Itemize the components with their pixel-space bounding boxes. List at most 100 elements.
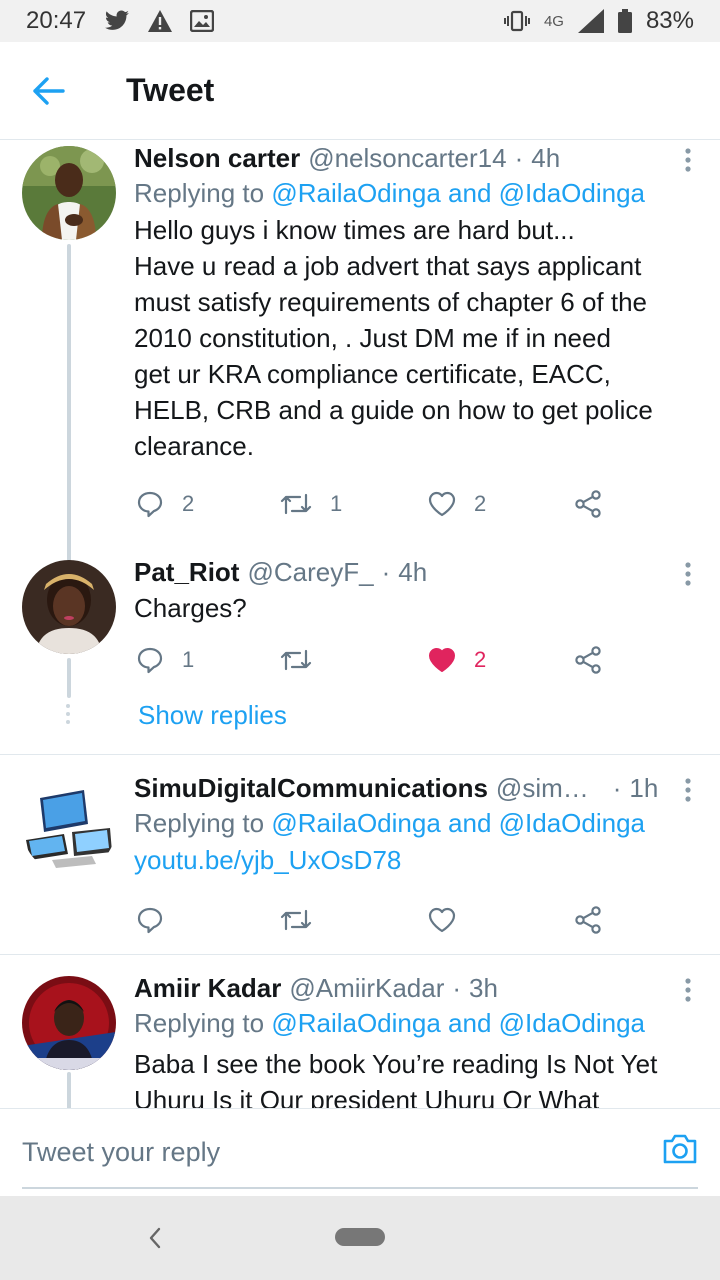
like-count: 2 xyxy=(474,647,487,672)
share-button[interactable] xyxy=(574,906,602,934)
heart-filled-icon xyxy=(429,648,455,672)
more-options-button[interactable] xyxy=(668,772,708,808)
replying-to-users[interactable]: @RailaOdinga and @IdaOdinga xyxy=(271,1008,645,1038)
tweet-header: Pat_Riot @CareyF_ · 4h xyxy=(134,556,696,588)
tweet-time: 3h xyxy=(469,973,498,1003)
tweet-link[interactable]: youtu.be/yjb_UxOsD78 xyxy=(134,842,696,878)
more-vertical-icon xyxy=(685,778,691,802)
replying-to-users[interactable]: @RailaOdinga and @IdaOdinga xyxy=(271,178,645,208)
heart-icon xyxy=(428,491,456,517)
heart-icon xyxy=(428,907,456,933)
chevron-left-icon xyxy=(149,1227,161,1249)
display-name[interactable]: Nelson carter xyxy=(134,142,300,174)
page-title: Tweet xyxy=(126,72,215,108)
twitter-icon xyxy=(104,10,130,32)
camera-icon xyxy=(663,1134,697,1164)
separator-dot: · xyxy=(514,143,524,173)
tweet-time: 4h xyxy=(531,143,561,173)
thread-dots xyxy=(66,704,72,728)
user-handle[interactable]: @CareyF_ xyxy=(247,556,373,588)
avatar[interactable] xyxy=(22,146,116,240)
nav-back-button[interactable] xyxy=(140,1218,170,1258)
tweet-actions: 2 1 2 xyxy=(134,484,614,524)
back-button[interactable] xyxy=(0,42,98,140)
battery-icon xyxy=(617,9,632,33)
tweet-header: Nelson carter @nelsoncarter14 · 4h xyxy=(134,142,696,174)
retweet-icon xyxy=(280,909,312,931)
more-vertical-icon xyxy=(685,562,691,586)
reply-button[interactable]: 2 xyxy=(136,490,194,518)
status-time: 20:47 xyxy=(26,7,87,34)
more-options-button[interactable] xyxy=(668,556,708,592)
replying-prefix: Replying to xyxy=(134,808,272,838)
share-icon xyxy=(575,646,601,674)
reply-button[interactable] xyxy=(136,906,182,934)
reply-icon xyxy=(137,907,163,934)
like-count: 2 xyxy=(474,491,487,516)
replying-to: Replying to @RailaOdinga and @IdaOdinga xyxy=(134,174,696,212)
reply-count: 1 xyxy=(182,647,195,672)
reply-button[interactable]: 1 xyxy=(136,646,194,674)
share-button[interactable] xyxy=(574,646,602,674)
network-type: 4G xyxy=(543,12,564,30)
retweet-icon xyxy=(280,649,312,671)
like-button[interactable]: 2 xyxy=(428,491,486,517)
avatar[interactable] xyxy=(22,780,116,874)
user-handle[interactable]: @AmiirKadar xyxy=(289,972,444,1004)
replying-to: Replying to @RailaOdinga and @IdaOdinga xyxy=(134,1004,696,1042)
retweet-button[interactable] xyxy=(280,647,330,673)
system-nav-bar xyxy=(0,1196,720,1280)
tweet-text: Baba I see the book You’re reading Is No… xyxy=(134,1049,658,1108)
tweet-actions xyxy=(134,900,614,940)
tweet-actions: 1 2 xyxy=(134,640,614,680)
nav-home-pill[interactable] xyxy=(335,1228,385,1246)
tweet-time: 4h xyxy=(398,557,428,587)
divider xyxy=(0,954,720,955)
signal-icon xyxy=(577,9,604,33)
tweet-time: 1h xyxy=(629,773,659,803)
tweet-text: Charges? xyxy=(134,593,247,623)
reply-input[interactable]: Tweet your reply xyxy=(22,1137,220,1168)
battery-percent: 83% xyxy=(645,7,694,34)
tweet-text: Hello guys i know times are hard but... … xyxy=(134,215,653,461)
input-underline xyxy=(22,1187,698,1189)
reply-icon xyxy=(137,491,163,518)
separator-dot: · xyxy=(381,557,391,587)
share-icon xyxy=(575,906,601,934)
more-options-button[interactable] xyxy=(668,972,708,1008)
show-replies-link[interactable]: Show replies xyxy=(138,700,287,731)
share-icon xyxy=(575,490,601,518)
replying-prefix: Replying to xyxy=(134,178,272,208)
like-button[interactable] xyxy=(428,907,474,933)
retweet-count: 1 xyxy=(330,491,343,516)
replying-to-users[interactable]: @RailaOdinga and @IdaOdinga xyxy=(271,808,645,838)
share-button[interactable] xyxy=(574,490,602,518)
more-options-button[interactable] xyxy=(668,142,708,178)
retweet-icon xyxy=(280,493,312,515)
display-name[interactable]: Amiir Kadar xyxy=(134,972,281,1004)
vibrate-icon xyxy=(503,10,530,32)
arrow-left-icon xyxy=(33,76,65,105)
user-handle[interactable]: @sim… xyxy=(496,772,589,804)
display-name[interactable]: SimuDigitalCommunications xyxy=(134,772,488,804)
reply-count: 2 xyxy=(182,491,195,516)
more-vertical-icon xyxy=(685,978,691,1002)
tweet-header: SimuDigitalCommunications @sim… · 1h xyxy=(134,772,696,804)
user-handle[interactable]: @nelsoncarter14 xyxy=(308,142,506,174)
status-bar: 20:47 4G 83% xyxy=(0,0,720,42)
thread-line xyxy=(67,658,71,698)
separator-dot: · xyxy=(452,973,462,1003)
separator-dot: · xyxy=(612,773,622,803)
tweet-timeline: Nelson carter @nelsoncarter14 · 4h Reply… xyxy=(0,140,720,1108)
more-vertical-icon xyxy=(685,148,691,172)
image-icon xyxy=(190,10,215,32)
avatar[interactable] xyxy=(22,560,116,654)
thread-line xyxy=(67,1072,71,1108)
tweet-header: Amiir Kadar @AmiirKadar · 3h xyxy=(134,972,696,1004)
retweet-button[interactable]: 1 xyxy=(280,491,342,517)
avatar[interactable] xyxy=(22,976,116,1070)
camera-button[interactable] xyxy=(662,1133,698,1170)
retweet-button[interactable] xyxy=(280,907,330,933)
like-button[interactable]: 2 xyxy=(428,647,486,673)
display-name[interactable]: Pat_Riot xyxy=(134,556,239,588)
